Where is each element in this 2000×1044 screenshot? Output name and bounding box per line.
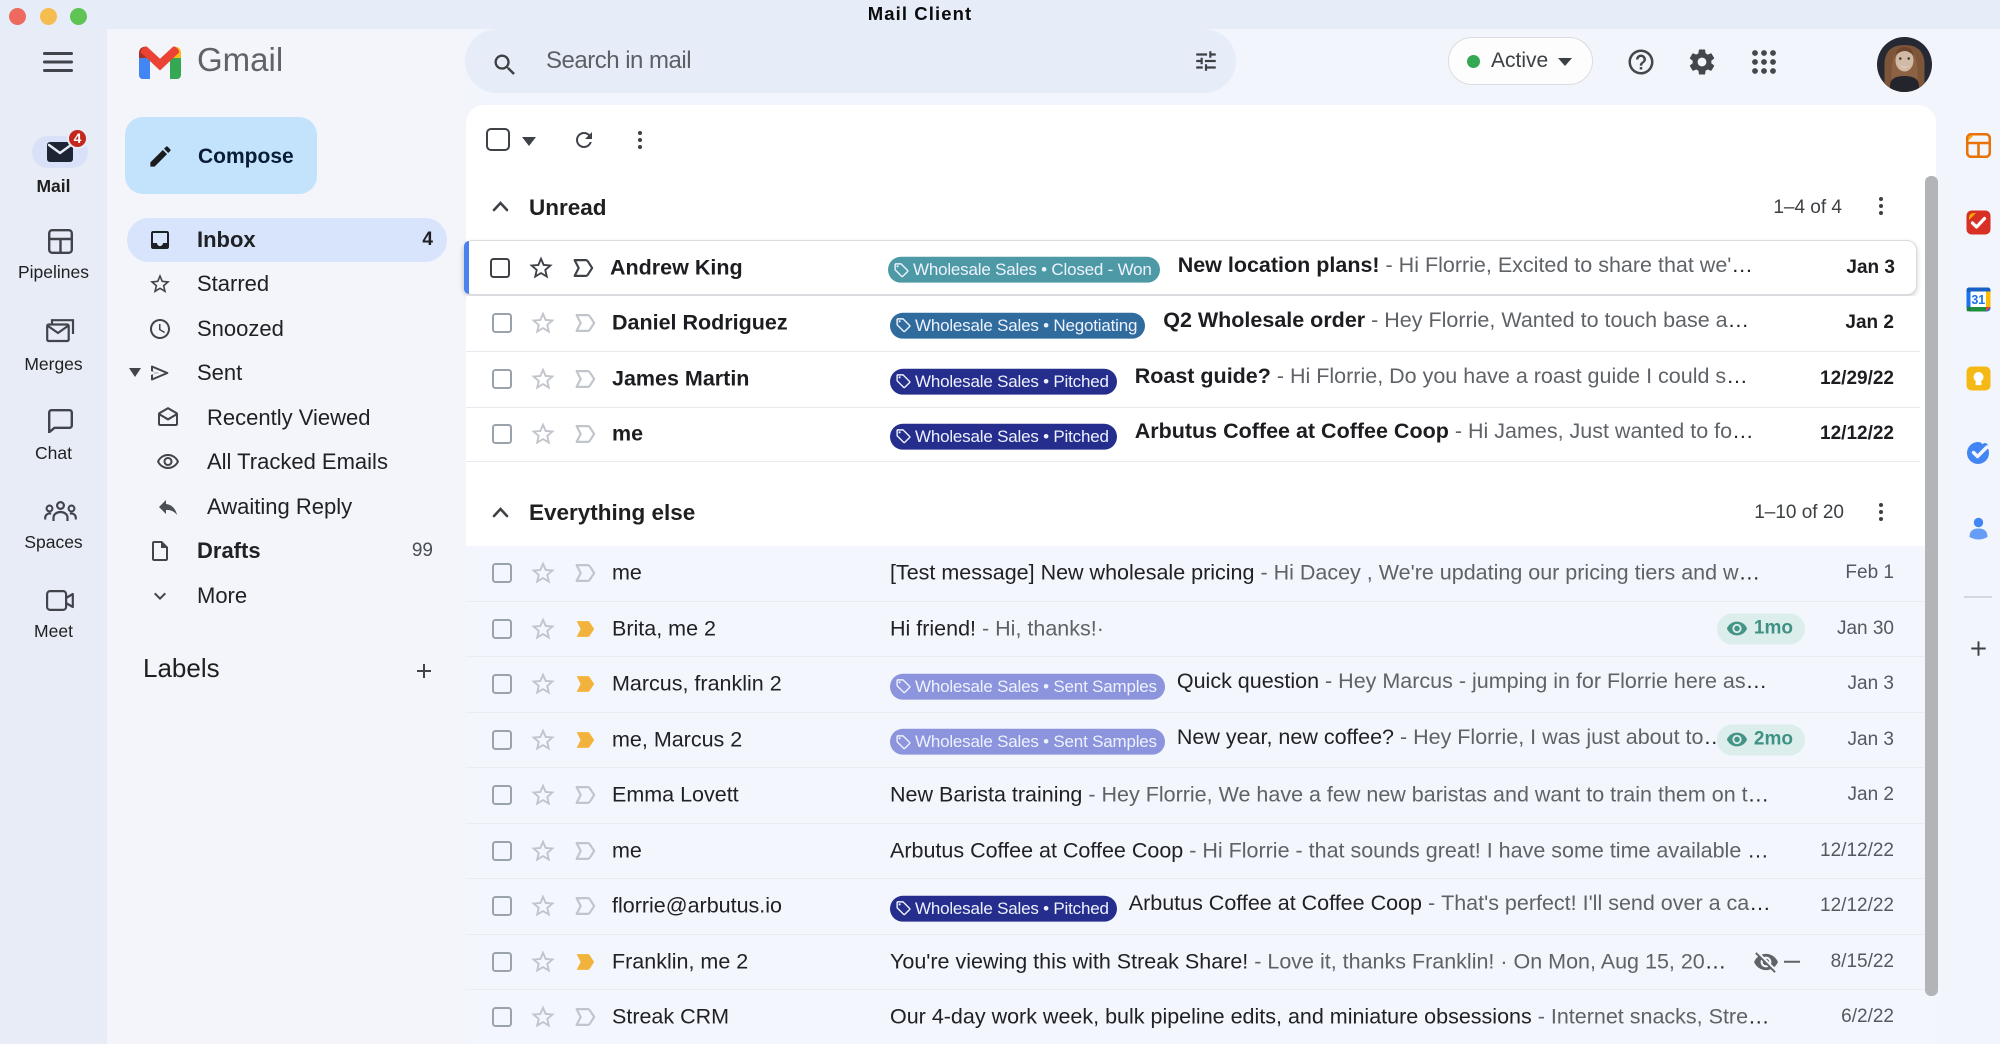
svg-text:31: 31 (1971, 293, 1985, 307)
